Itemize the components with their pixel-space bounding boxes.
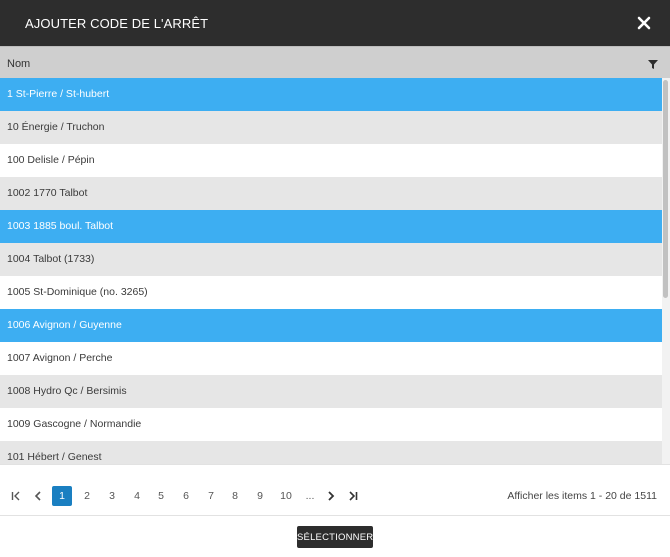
page-7-button[interactable]: 7 [201, 486, 221, 506]
table-row[interactable]: 1007 Avignon / Perche [0, 342, 662, 375]
pager: 1 2 3 4 5 6 7 8 9 10 ... Afficher les it… [0, 486, 670, 506]
table-row[interactable]: 1004 Talbot (1733) [0, 243, 662, 276]
close-icon[interactable] [632, 11, 656, 35]
page-4-button[interactable]: 4 [127, 486, 147, 506]
table-row[interactable]: 1006 Avignon / Guyenne [0, 309, 662, 342]
select-button[interactable]: SÉLECTIONNER [297, 526, 373, 548]
previous-page-button[interactable] [30, 486, 46, 506]
page-2-button[interactable]: 2 [77, 486, 97, 506]
previous-page-icon[interactable] [32, 490, 44, 502]
page-1-button[interactable]: 1 [52, 486, 72, 506]
dialog-title: AJOUTER CODE DE L'ARRÊT [25, 16, 209, 31]
table-row[interactable]: 1002 1770 Talbot [0, 177, 662, 210]
pager-divider [0, 464, 670, 465]
table-row[interactable]: 1009 Gascogne / Normandie [0, 408, 662, 441]
first-page-button[interactable] [8, 486, 24, 506]
page-5-button[interactable]: 5 [151, 486, 171, 506]
page-8-button[interactable]: 8 [225, 486, 245, 506]
page-10-button[interactable]: 10 [274, 486, 298, 506]
pager-ellipsis[interactable]: ... [301, 486, 319, 506]
table-row[interactable]: 1 St-Pierre / St-hubert [0, 78, 662, 111]
footer-divider [0, 515, 670, 516]
page-9-button[interactable]: 9 [250, 486, 270, 506]
last-page-icon[interactable] [347, 490, 359, 502]
dialog-titlebar: AJOUTER CODE DE L'ARRÊT [0, 0, 670, 46]
table-row[interactable]: 10 Énergie / Truchon [0, 111, 662, 144]
column-header-nom[interactable]: Nom [7, 58, 30, 70]
table-row[interactable]: 1003 1885 boul. Talbot [0, 210, 662, 243]
last-page-button[interactable] [345, 486, 361, 506]
grid-rows: 1 St-Pierre / St-hubert 10 Énergie / Truc… [0, 78, 662, 465]
first-page-icon[interactable] [10, 490, 22, 502]
grid-header: Nom [0, 46, 670, 78]
filter-icon[interactable] [646, 57, 660, 71]
next-page-icon[interactable] [325, 490, 337, 502]
table-row[interactable]: 1008 Hydro Qc / Bersimis [0, 375, 662, 408]
table-row[interactable]: 1005 St-Dominique (no. 3265) [0, 276, 662, 309]
scrollbar-thumb[interactable] [663, 80, 668, 298]
page-3-button[interactable]: 3 [102, 486, 122, 506]
close-button[interactable] [632, 11, 656, 35]
next-page-button[interactable] [323, 486, 339, 506]
table-row[interactable]: 100 Delisle / Pépin [0, 144, 662, 177]
page-6-button[interactable]: 6 [176, 486, 196, 506]
table-row[interactable]: 101 Hébert / Genest [0, 441, 662, 465]
pager-info: Afficher les items 1 - 20 de 1511 [507, 490, 657, 502]
